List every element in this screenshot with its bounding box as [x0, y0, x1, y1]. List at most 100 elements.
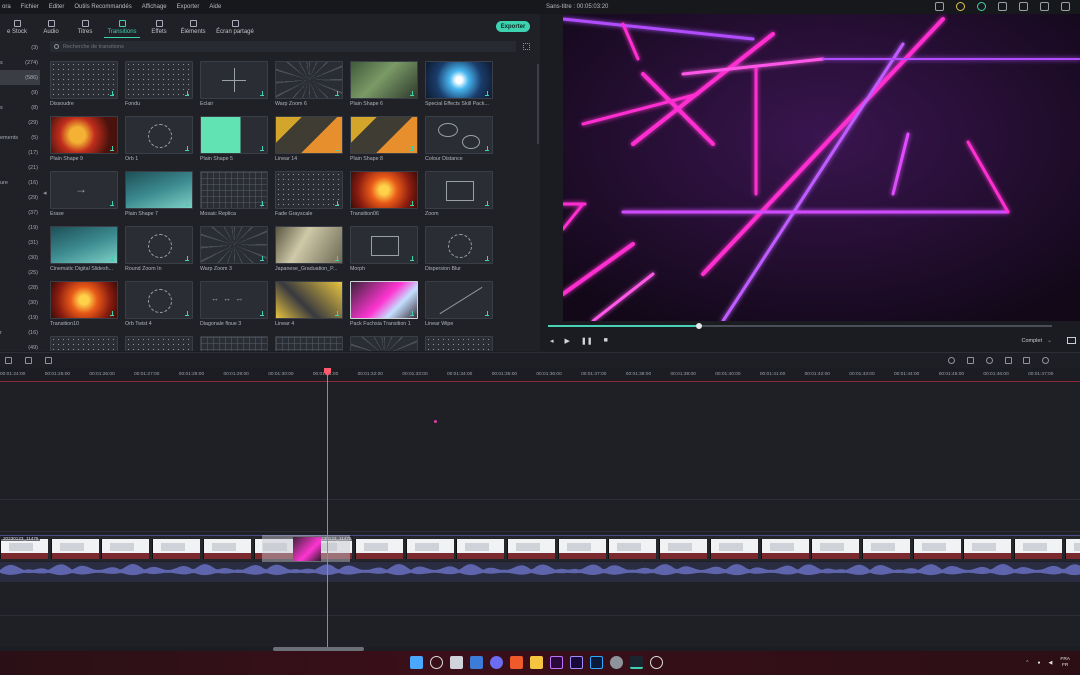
tab-stock[interactable]: e Stock — [0, 16, 34, 38]
menu-item-affichage[interactable]: Affichage — [142, 4, 167, 10]
category-item[interactable]: ements (5) — [0, 130, 40, 145]
transition-card[interactable]: Transition10 — [50, 281, 118, 329]
download-icon[interactable] — [185, 146, 189, 151]
mark-icon[interactable] — [45, 357, 52, 364]
download-icon[interactable] — [410, 91, 414, 96]
minimize-icon[interactable] — [1040, 2, 1049, 11]
category-item[interactable]: (30) — [0, 250, 40, 265]
transition-card[interactable]: Linear Wipe — [425, 281, 493, 329]
maximize-icon[interactable] — [1061, 2, 1070, 11]
quality-select[interactable]: Complet — [1022, 338, 1042, 344]
transition-card[interactable] — [50, 336, 118, 351]
category-item[interactable]: (28) — [0, 280, 40, 295]
recorder-icon[interactable] — [650, 656, 663, 669]
download-icon[interactable] — [260, 256, 264, 261]
transition-thumbnail[interactable] — [425, 171, 493, 209]
transition-card[interactable] — [200, 336, 268, 351]
download-icon[interactable] — [410, 256, 414, 261]
transition-thumbnail[interactable] — [50, 281, 118, 319]
menu-item-app[interactable]: ora — [2, 4, 11, 10]
user-icon[interactable] — [1019, 2, 1028, 11]
task-view-icon[interactable] — [450, 656, 463, 669]
transition-card[interactable] — [425, 336, 493, 351]
transition-card[interactable]: Diagonale floue 3 — [200, 281, 268, 329]
tab-titres[interactable]: Titres — [68, 16, 102, 38]
transition-card[interactable]: Plain Shape 8 — [350, 116, 418, 164]
transition-card[interactable]: Warp Zoom 3 — [200, 226, 268, 274]
transition-card[interactable]: Fade Grayscale — [275, 171, 343, 219]
cut-icon[interactable] — [5, 357, 12, 364]
subtitle-icon[interactable] — [1023, 357, 1030, 364]
transition-card[interactable]: Plain Shape 9 — [50, 116, 118, 164]
transition-thumbnail[interactable] — [275, 336, 343, 351]
transition-thumbnail[interactable] — [425, 281, 493, 319]
category-item[interactable]: s (274) — [0, 55, 40, 70]
download-icon[interactable] — [485, 91, 489, 96]
shield-icon[interactable] — [967, 357, 974, 364]
transition-thumbnail[interactable] — [50, 61, 118, 99]
transition-thumbnail[interactable] — [425, 336, 493, 351]
transition-card[interactable]: Plain Shape 7 — [125, 171, 193, 219]
transition-thumbnail[interactable] — [200, 61, 268, 99]
menu-item-aide[interactable]: Aide — [209, 4, 221, 10]
category-item[interactable]: (31) — [0, 235, 40, 250]
category-item[interactable]: (586) — [0, 70, 40, 85]
search-input[interactable] — [63, 43, 463, 50]
grid-view-icon[interactable] — [523, 43, 530, 50]
chat-icon[interactable] — [490, 656, 503, 669]
download-icon[interactable] — [485, 256, 489, 261]
transition-thumbnail[interactable] — [275, 116, 343, 154]
download-icon[interactable] — [185, 91, 189, 96]
transition-card[interactable]: Orb 1 — [125, 116, 193, 164]
chevron-down-icon[interactable]: ⌄ — [1047, 337, 1052, 344]
transition-card[interactable]: Dissoudre — [50, 61, 118, 109]
menu-item-editer[interactable]: Editer — [49, 4, 65, 10]
menu-item-fichier[interactable]: Fichier — [21, 4, 39, 10]
menu-item-exporter[interactable]: Exporter — [177, 4, 200, 10]
split-icon[interactable] — [25, 357, 32, 364]
transition-thumbnail[interactable] — [125, 281, 193, 319]
transition-thumbnail[interactable] — [125, 336, 193, 351]
search-icon[interactable] — [430, 656, 443, 669]
transition-thumbnail[interactable] — [275, 171, 343, 209]
download-icon[interactable] — [410, 201, 414, 206]
transition-card[interactable]: Linear 14 — [275, 116, 343, 164]
monitor-icon[interactable] — [1067, 337, 1076, 344]
download-icon[interactable] — [485, 146, 489, 151]
transition-thumbnail[interactable] — [350, 116, 418, 154]
play-icon[interactable]: ▶ — [565, 337, 570, 345]
transition-card[interactable]: Plain Shape 6 — [350, 61, 418, 109]
tab-split-screen[interactable]: Écran partagé — [210, 16, 260, 38]
transition-card[interactable] — [125, 336, 193, 351]
widgets-icon[interactable] — [470, 656, 483, 669]
download-icon[interactable] — [110, 146, 114, 151]
cloud-icon[interactable] — [935, 2, 944, 11]
headset-icon[interactable] — [977, 2, 986, 11]
transition-thumbnail[interactable] — [275, 61, 343, 99]
mic-icon[interactable] — [986, 357, 993, 364]
transition-card[interactable]: Linear 4 — [275, 281, 343, 329]
collapse-arrow-icon[interactable]: ◂ — [43, 189, 47, 197]
category-item[interactable]: (19) — [0, 310, 40, 325]
category-item[interactable]: (29) — [0, 115, 40, 130]
download-icon[interactable] — [185, 311, 189, 316]
transition-card[interactable] — [350, 336, 418, 351]
category-item[interactable]: (29) — [0, 190, 40, 205]
scrubber-handle[interactable] — [696, 323, 703, 329]
transition-card[interactable]: Transition06 — [350, 171, 418, 219]
transition-thumbnail[interactable] — [350, 171, 418, 209]
playback-scrubber[interactable] — [548, 323, 1052, 329]
transition-card[interactable]: Morph — [350, 226, 418, 274]
transition-thumbnail[interactable] — [125, 171, 193, 209]
stop-icon[interactable]: ■ — [604, 337, 608, 345]
transition-card[interactable]: Orb Twist 4 — [125, 281, 193, 329]
transition-thumbnail[interactable] — [125, 61, 193, 99]
transition-thumbnail[interactable] — [50, 171, 118, 209]
download-icon[interactable] — [410, 146, 414, 151]
brave-icon[interactable] — [510, 656, 523, 669]
transition-thumbnail[interactable] — [50, 336, 118, 351]
download-icon[interactable] — [110, 201, 114, 206]
transition-thumbnail[interactable] — [350, 226, 418, 264]
transition-card[interactable]: Erase — [50, 171, 118, 219]
after-effects-icon[interactable] — [550, 656, 563, 669]
